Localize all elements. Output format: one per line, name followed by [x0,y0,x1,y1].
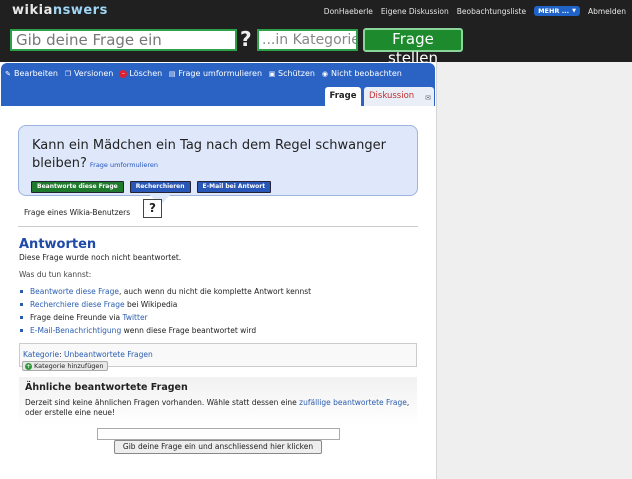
answer-this-question-link[interactable]: Beantworte diese Frage [30,287,119,296]
avatar: ? [143,199,162,218]
related-heading: Ähnliche beantwortete Fragen [25,382,188,393]
wikianswers-logo[interactable]: wikianswers [12,3,108,18]
asked-by-text: Frage eines Wikia-Benutzers [24,208,131,217]
logout-link[interactable]: Abmelden [588,7,626,16]
todo-heading: Was du tun kannst: [19,270,92,279]
more-menu-button[interactable]: MEHR ... ▼ [534,6,580,16]
related-text-before: Derzeit sind keine ähnlichen Fragen vorh… [25,398,300,407]
delete-label: Löschen [129,69,163,78]
list-item: Recherchiere diese Frage bei Wikipedia [19,298,419,311]
ask-question-input[interactable]: Gib deine Frage ein [10,29,237,51]
page-action-bar: ✎ Bearbeiten ❐ Versionen – Löschen ▤ Frage u… [1,63,435,106]
research-question-link[interactable]: Recherchiere diese Frage [30,300,125,309]
bottom-submit-button[interactable]: Gib deine Frage ein und anschliessend hi… [114,440,322,454]
tab-discussion[interactable]: Diskussion ✉ [364,87,434,106]
history-icon: ❐ [64,69,72,78]
discussion-icon: ✉ [425,94,431,102]
answers-heading: Antworten [19,237,97,252]
research-button[interactable]: Recherchieren [129,181,191,193]
list-item-text: bei Wikipedia [124,300,178,309]
rephrase-question-link[interactable]: Frage umformulieren [90,161,158,169]
versions-action[interactable]: ❐ Versionen [64,69,114,78]
watchlist-link[interactable]: Beobachtungsliste [457,7,526,16]
own-discussion-link[interactable]: Eigene Diskussion [381,7,449,16]
email-on-answer-button[interactable]: E-Mail bei Antwort [196,181,272,193]
pencil-icon: ✎ [5,69,11,78]
category-line: Kategorie: Unbeantwortete Fragen [23,350,153,359]
user-name-link[interactable]: DonHaeberle [324,7,373,16]
watch-icon: ◉ [321,69,329,78]
document-icon: ▤ [168,69,176,78]
category-input[interactable]: ...in Kategorie [257,29,358,51]
twitter-link[interactable]: Twitter [123,313,148,322]
edit-action[interactable]: ✎ Bearbeiten [4,69,58,78]
list-item-text: Frage deine Freunde via [30,313,123,322]
protect-label: Schützen [278,69,315,78]
protect-action[interactable]: ▣ Schützen [268,69,315,78]
todo-list: Beantworte diese Frage, auch wenn du nic… [19,285,419,337]
unanswered-note: Diese Frage wurde noch nicht beantwortet… [19,253,182,262]
question-mark-glyph: ? [240,27,252,51]
related-text: Derzeit sind keine ähnlichen Fragen vorh… [25,398,415,418]
user-links: DonHaeberle Eigene Diskussion Beobachtun… [324,6,626,16]
plus-icon: + [25,362,32,370]
list-item-text: wenn diese Frage beantwortet wird [121,326,257,335]
question-text-block: Kann ein Mädchen ein Tag nach dem Regel … [32,137,392,174]
email-notification-link[interactable]: E-Mail-Benachrichtigung [30,326,121,335]
more-label: MEHR ... [538,7,570,15]
category-value-link[interactable]: Unbeantwortete Fragen [64,350,153,359]
add-category-label: Kategorie hinzufügen [34,362,104,370]
action-list: ✎ Bearbeiten ❐ Versionen – Löschen ▤ Frage u… [4,69,402,78]
delete-icon: – [119,69,128,78]
chevron-down-icon: ▼ [572,8,576,14]
answer-question-button[interactable]: Beantworte diese Frage [31,181,124,193]
tab-question[interactable]: Frage [325,87,361,106]
rephrase-label: Frage umformulieren [178,69,263,78]
question-title: Kann ein Mädchen ein Tag nach dem Regel … [32,138,386,171]
random-answered-question-link[interactable]: zufällige beantwortete Frage [299,398,407,407]
versions-label: Versionen [73,69,114,78]
list-item-text: , auch wenn du nicht die komplette Antwo… [118,287,312,296]
list-item: E-Mail-Benachrichtigung wenn diese Frage… [19,324,419,337]
lock-icon: ▣ [268,69,276,78]
bottom-question-input[interactable] [97,428,340,440]
rephrase-action[interactable]: ▤ Frage umformulieren [168,69,262,78]
logo-answers-text: nswers [52,3,108,18]
logo-wikia-text: wikia [12,3,53,18]
unwatch-label: Nicht beobachten [330,69,402,78]
delete-action[interactable]: – Löschen [119,69,162,78]
edit-label: Bearbeiten [14,69,58,78]
add-category-button[interactable]: + Kategorie hinzufügen [22,361,108,371]
category-label-link[interactable]: Kategorie [23,350,59,359]
tab-discussion-label: Diskussion [369,91,415,101]
question-bubble: Kann ein Mädchen ein Tag nach dem Regel … [18,125,418,196]
right-column [436,62,632,479]
divider [18,226,418,227]
list-item: Frage deine Freunde via Twitter [19,311,419,324]
top-bar: wikianswers DonHaeberle Eigene Diskussio… [0,0,632,67]
unwatch-action[interactable]: ◉ Nicht beobachten [321,69,402,78]
related-questions-box: Ähnliche beantwortete Fragen Derzeit sin… [19,377,417,425]
list-item: Beantworte diese Frage, auch wenn du nic… [19,285,419,298]
question-buttons: Beantworte diese Frage Recherchieren E-M… [31,181,272,193]
ask-question-button[interactable]: Frage stellen [363,28,463,67]
